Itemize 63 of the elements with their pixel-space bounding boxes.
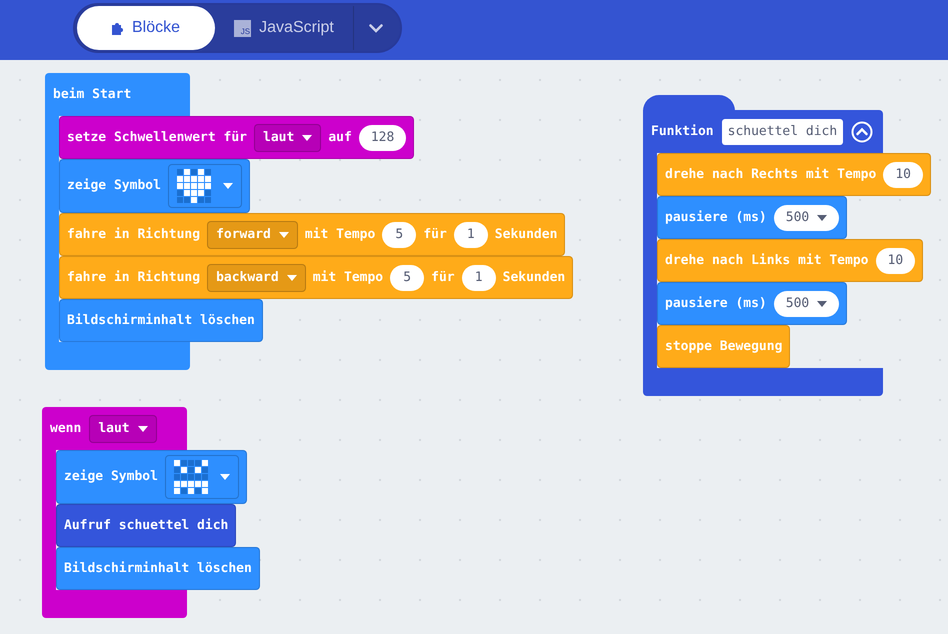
block-label: Bildschirminhalt löschen (64, 560, 252, 578)
number-input[interactable]: 5 (390, 264, 424, 290)
block-label: drehe nach Rechts mit Tempo (665, 166, 876, 184)
caret-icon (302, 134, 312, 140)
code-block[interactable]: drehe nach Links mit Tempo 10 (657, 239, 924, 282)
block-label: fahre in Richtung (67, 268, 200, 287)
number-input[interactable]: 128 (358, 124, 406, 150)
block-label: zeige Symbol (64, 468, 158, 486)
block-label: drehe nach Links mit Tempo (665, 252, 868, 270)
caret-icon (817, 214, 828, 220)
name-field[interactable]: schuettel dich (722, 118, 844, 144)
dropdown[interactable]: laut (254, 124, 322, 152)
block-label: zeige Symbol (67, 177, 161, 196)
code-block[interactable]: zeige Symbol (59, 159, 250, 213)
code-block[interactable]: Bildschirminhalt löschen (59, 299, 263, 342)
block-label: Aufruf schuettel dich (64, 516, 228, 535)
caret-icon (817, 300, 828, 306)
code-block[interactable]: fahre in Richtung backward mit Tempo 5 für 1 Sekunden (59, 256, 574, 299)
caret-icon (286, 274, 297, 280)
number-dropdown[interactable]: 500 (774, 204, 840, 230)
number-input[interactable]: 10 (876, 248, 916, 274)
block-label: Sekunden (502, 268, 566, 287)
number-input[interactable]: 10 (883, 162, 923, 188)
puzzle-icon (112, 21, 124, 35)
block-label: Funktion (651, 122, 714, 141)
block-label: mit Tempo (304, 226, 376, 244)
number-dropdown[interactable]: 500 (774, 290, 840, 316)
number-input[interactable]: 1 (454, 222, 488, 248)
code-block[interactable]: Bildschirminhalt löschen (56, 547, 260, 590)
code-block[interactable]: zeige Symbol (56, 450, 247, 504)
caret-icon (138, 426, 148, 432)
block-label: Sekunden (494, 226, 558, 244)
code-block[interactable]: fahre in Richtung forward mit Tempo 5 für 1 Sekunden (59, 213, 566, 256)
editor-tab[interactable]: Blöcke (77, 6, 215, 50)
block-label: für (423, 226, 447, 244)
block-label: beim Start (53, 86, 132, 104)
led-picker[interactable] (164, 455, 239, 499)
block-label: fahre in Richtung (67, 226, 200, 244)
editor-tab[interactable]: JS JavaScript (215, 6, 353, 50)
block-label: stoppe Bewegung (665, 338, 782, 356)
block-label: setze Schwellenwert für (67, 128, 248, 147)
chevron-down-icon (369, 24, 383, 32)
block-label: Bildschirminhalt löschen (67, 312, 255, 330)
caret-icon (220, 474, 230, 480)
code-block[interactable]: pausiere (ms) 500 (657, 196, 848, 239)
number-input[interactable]: 1 (462, 264, 496, 290)
block-label: für (431, 268, 455, 287)
block-label: wenn (50, 420, 82, 438)
code-block[interactable]: setze Schwellenwert für laut auf 128 (59, 116, 414, 159)
led-picker[interactable] (168, 164, 242, 208)
block-label: pausiere (ms) (665, 294, 767, 313)
caret-icon (222, 183, 233, 189)
caret-icon (278, 232, 289, 238)
block-label: auf (328, 128, 352, 147)
block-label: pausiere (ms) (665, 208, 767, 227)
dropdown[interactable]: laut (89, 414, 157, 442)
js-icon: JS (234, 20, 252, 36)
code-block[interactable]: drehe nach Rechts mit Tempo 10 (657, 153, 931, 196)
code-block[interactable]: pausiere (ms) 500 (657, 282, 848, 325)
number-input[interactable]: 5 (382, 222, 416, 248)
block-label: mit Tempo (312, 268, 384, 287)
code-block[interactable]: Aufruf schuettel dich (56, 504, 236, 547)
collapse-icon[interactable] (851, 120, 874, 142)
